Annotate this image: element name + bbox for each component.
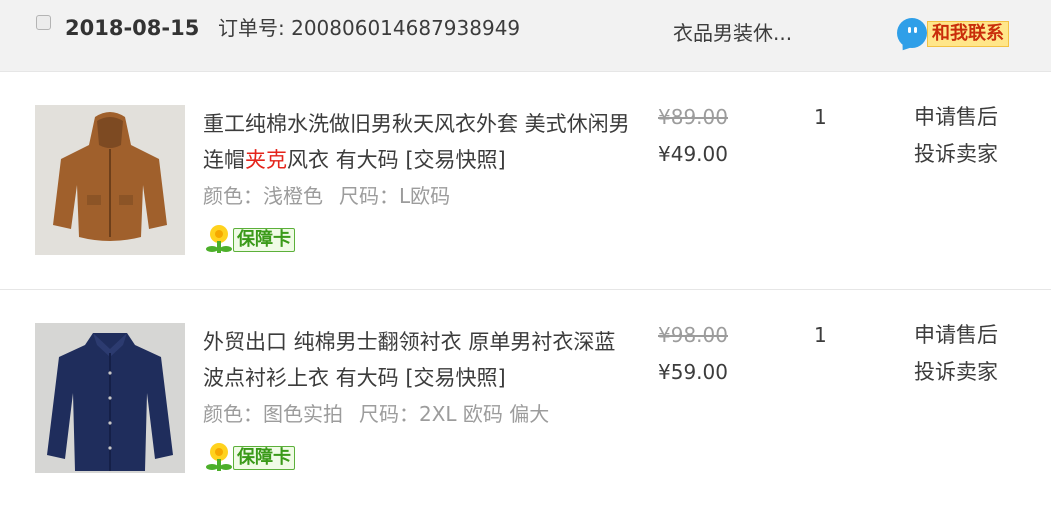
product-specs: 颜色：浅橙色 尺码：L欧码 bbox=[203, 178, 450, 214]
product-title-prefix: 外贸出口 纯棉男士翻领衬衣 原单男衬衣深蓝波点衬衫上衣 有大码 [交易快照] bbox=[203, 330, 616, 390]
size-label: 尺码： bbox=[339, 184, 399, 208]
order-date: 2018-08-15 bbox=[65, 16, 200, 40]
order-select-checkbox[interactable] bbox=[36, 15, 51, 30]
guarantee-card-label: 保障卡 bbox=[233, 446, 295, 470]
product-title-highlight: 夹克 bbox=[245, 148, 287, 172]
order-number: 订单号: 200806014687938949 bbox=[218, 16, 521, 40]
order-header: 2018-08-15 订单号: 200806014687938949 衣品男装休… bbox=[0, 0, 1051, 72]
size-value: L欧码 bbox=[399, 184, 451, 208]
complain-seller-link[interactable]: 投诉卖家 bbox=[914, 357, 998, 387]
product-specs: 颜色：图色实拍 尺码：2XL 欧码 偏大 bbox=[203, 396, 549, 432]
original-price: ¥98.00 bbox=[658, 323, 728, 347]
product-image-jacket[interactable] bbox=[35, 105, 185, 255]
complain-seller-link[interactable]: 投诉卖家 bbox=[914, 139, 998, 169]
color-label: 颜色： bbox=[203, 402, 263, 426]
color-value: 浅橙色 bbox=[263, 184, 323, 208]
original-price: ¥89.00 bbox=[658, 105, 728, 129]
apply-aftersale-link[interactable]: 申请售后 bbox=[914, 320, 998, 350]
paid-price: ¥59.00 bbox=[658, 360, 728, 384]
product-title-suffix: 风衣 有大码 [交易快照] bbox=[287, 148, 506, 172]
flower-icon bbox=[206, 443, 232, 471]
quantity: 1 bbox=[814, 105, 827, 129]
apply-aftersale-link[interactable]: 申请售后 bbox=[914, 102, 998, 132]
jacket-icon bbox=[35, 105, 185, 255]
contact-seller-label: 和我联系 bbox=[927, 21, 1009, 47]
product-title-link[interactable]: 重工纯棉水洗做旧男秋天风衣外套 美式休闲男连帽夹克风衣 有大码 [交易快照] bbox=[203, 106, 633, 178]
shop-name-link[interactable]: 衣品男装休... bbox=[673, 20, 792, 46]
paid-price: ¥49.00 bbox=[658, 142, 728, 166]
quantity: 1 bbox=[814, 323, 827, 347]
flower-icon bbox=[206, 225, 232, 253]
size-label: 尺码： bbox=[359, 402, 419, 426]
product-image-shirt[interactable] bbox=[35, 323, 185, 473]
order-item-row: 重工纯棉水洗做旧男秋天风衣外套 美式休闲男连帽夹克风衣 有大码 [交易快照] 颜… bbox=[0, 72, 1051, 290]
size-value: 2XL 欧码 偏大 bbox=[419, 402, 550, 426]
color-label: 颜色： bbox=[203, 184, 263, 208]
shirt-icon bbox=[35, 323, 185, 473]
order-item-row: 外贸出口 纯棉男士翻领衬衣 原单男衬衣深蓝波点衬衫上衣 有大码 [交易快照] 颜… bbox=[0, 290, 1051, 509]
guarantee-card-label: 保障卡 bbox=[233, 228, 295, 252]
guarantee-card-badge[interactable]: 保障卡 bbox=[205, 223, 301, 255]
product-title-link[interactable]: 外贸出口 纯棉男士翻领衬衣 原单男衬衣深蓝波点衬衫上衣 有大码 [交易快照] bbox=[203, 324, 633, 396]
chat-bubble-icon bbox=[897, 18, 927, 48]
guarantee-card-badge[interactable]: 保障卡 bbox=[205, 441, 301, 473]
color-value: 图色实拍 bbox=[263, 402, 343, 426]
